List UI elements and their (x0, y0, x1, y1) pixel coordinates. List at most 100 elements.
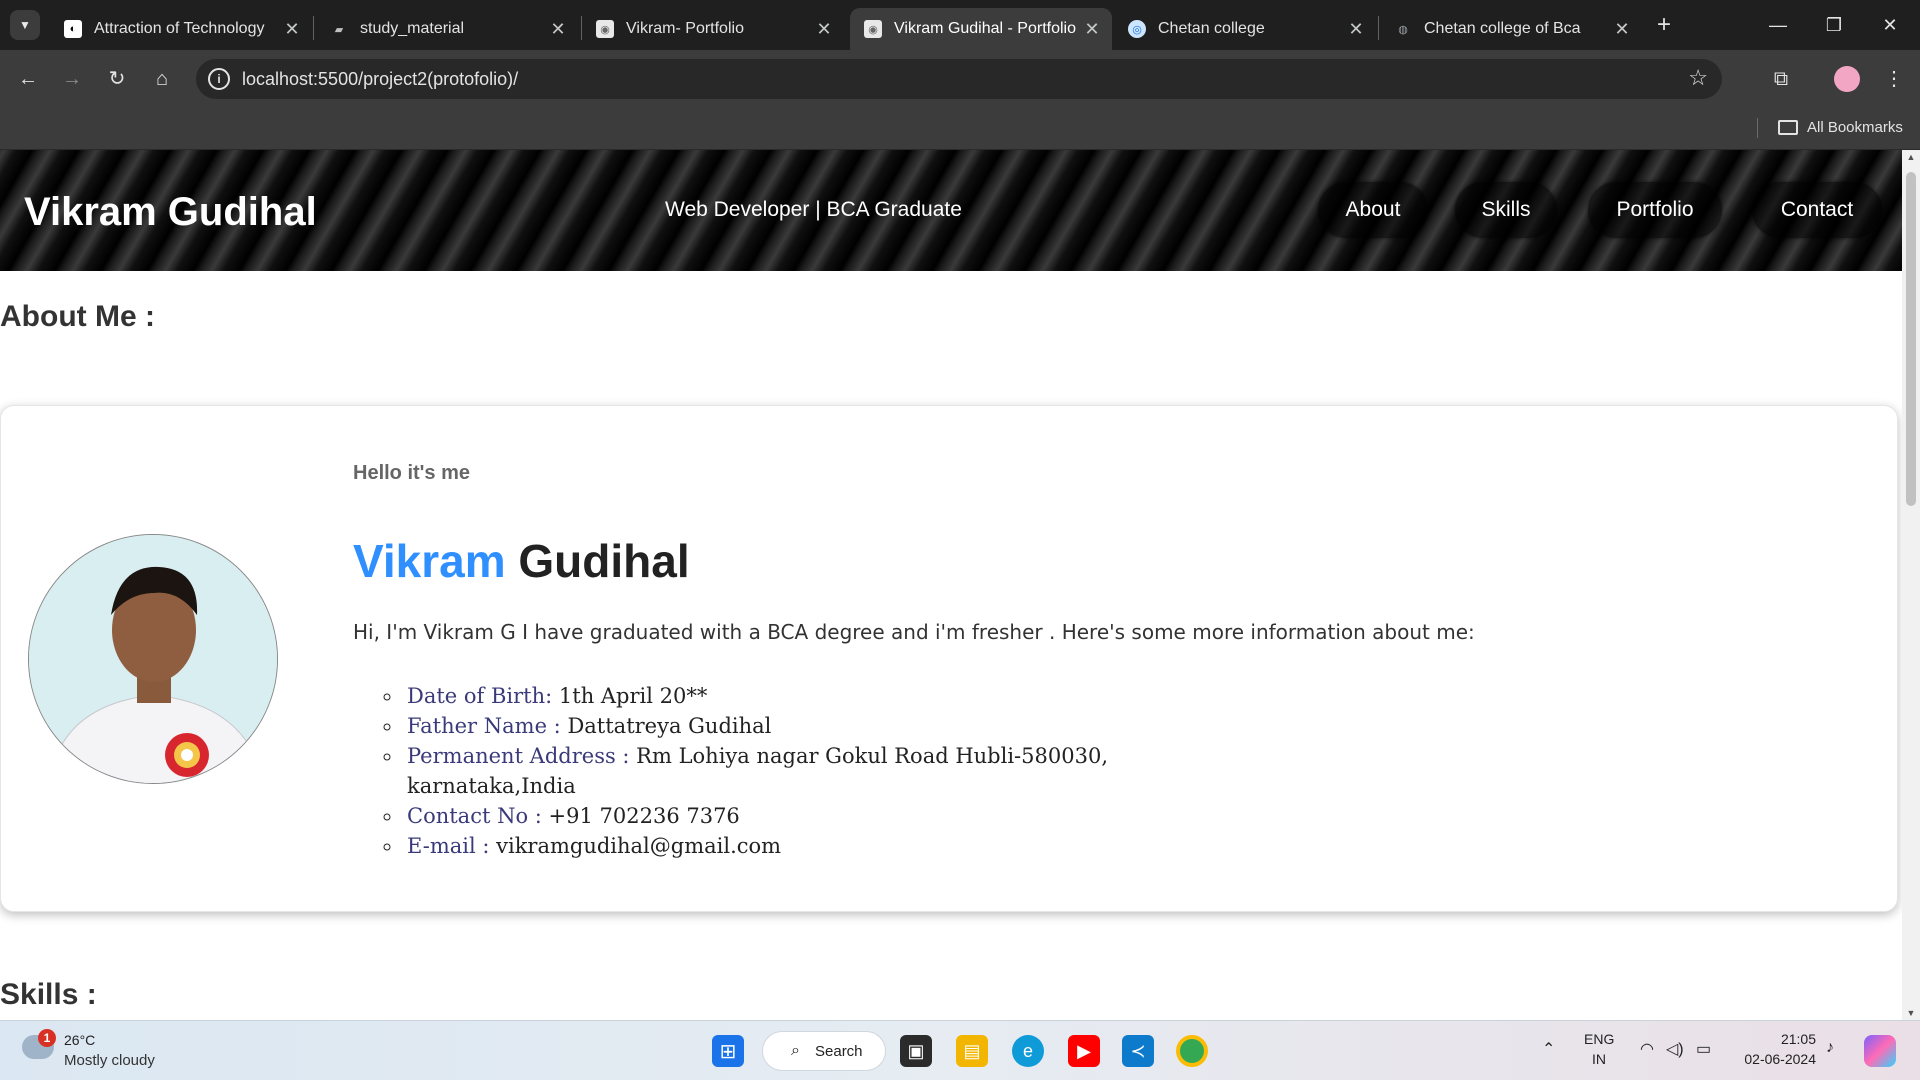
edge-browser-icon[interactable]: e (1012, 1035, 1044, 1067)
clock-time[interactable]: 21:05 (1766, 1031, 1816, 1047)
scroll-up-arrow-icon[interactable]: ▲ (1902, 152, 1920, 162)
tab-close-icon[interactable]: ✕ (548, 19, 568, 40)
notification-bell-icon[interactable]: ♪ (1826, 1039, 1834, 1057)
close-window-icon[interactable]: ✕ (1870, 10, 1910, 40)
region-indicator[interactable]: IN (1592, 1051, 1606, 1067)
list-item: Father Name : Dattatreya Gudihal (403, 711, 1123, 741)
info-label: Father Name : (407, 714, 561, 738)
weather-condition[interactable]: Mostly cloudy (64, 1052, 155, 1069)
copilot-icon[interactable] (1864, 1035, 1896, 1067)
extensions-puzzle-icon[interactable]: ⧉ (1767, 65, 1795, 93)
skills-section-title: Skills : (0, 978, 97, 1011)
bookmarks-separator (1757, 118, 1758, 138)
tab-close-icon[interactable]: ✕ (1346, 19, 1366, 40)
info-label: Contact No : (407, 804, 542, 828)
wifi-icon[interactable]: ◠ (1640, 1039, 1654, 1059)
tab-favicon-icon: ◉ (864, 20, 882, 38)
home-icon[interactable]: ⌂ (148, 65, 176, 93)
weather-temperature[interactable]: 26°C (64, 1032, 95, 1048)
scroll-down-arrow-icon[interactable]: ▼ (1902, 1008, 1920, 1018)
taskbar-search-label: Search (815, 1043, 863, 1060)
task-view-icon[interactable]: ▣ (900, 1035, 932, 1067)
address-bar[interactable]: i localhost:5500/project2(protofolio)/ ☆ (196, 59, 1722, 99)
list-item: E-mail : vikramgudihal@gmail.com (403, 831, 1123, 861)
tab-title: study_material (360, 20, 465, 37)
windows-start-icon[interactable]: ⊞ (712, 1035, 744, 1067)
battery-icon[interactable]: ▭ (1696, 1039, 1711, 1059)
vscode-icon[interactable]: ≺ (1122, 1035, 1154, 1067)
tab-chetan-college-of-bca[interactable]: ◍ Chetan college of Bca ✕ (1380, 8, 1642, 50)
list-item: Permanent Address : Rm Lohiya nagar Goku… (403, 741, 1123, 801)
tab-favicon-icon: ◐ (64, 20, 82, 38)
tab-study-material[interactable]: ▰ study_material ✕ (316, 8, 578, 50)
clock-date[interactable]: 02-06-2024 (1736, 1051, 1816, 1067)
tab-title: Vikram- Portfolio (626, 20, 744, 37)
last-name: Gudihal (518, 535, 690, 587)
list-item: Date of Birth: 1th April 20** (403, 681, 1123, 711)
tab-favicon-icon: ▰ (334, 23, 344, 36)
chrome-icon[interactable] (1176, 1035, 1208, 1067)
minimize-icon[interactable]: — (1758, 10, 1798, 40)
back-arrow-icon[interactable]: ← (14, 65, 42, 93)
tab-attraction-of-technology[interactable]: ◐ Attraction of Technology ✕ (50, 8, 312, 50)
address-url[interactable]: localhost:5500/project2(protofolio)/ (242, 59, 518, 99)
info-value: Dattatreya Gudihal (560, 714, 772, 738)
site-tagline: Web Developer | BCA Graduate (665, 198, 962, 221)
profile-avatar[interactable] (1834, 66, 1860, 92)
tab-favicon-icon: ◎ (1128, 20, 1146, 38)
all-bookmarks-link[interactable]: All Bookmarks (1807, 119, 1903, 136)
scrollbar-thumb[interactable] (1906, 172, 1916, 506)
tab-favicon-icon: ◉ (596, 20, 614, 38)
info-label: Date of Birth: (407, 684, 553, 708)
tab-vikram-portfolio[interactable]: ◉ Vikram- Portfolio ✕ (582, 8, 844, 50)
new-tab-plus-icon[interactable]: + (1650, 12, 1678, 40)
info-value: +91 702236 7376 (541, 804, 740, 828)
info-value: vikramgudihal@gmail.com (489, 834, 782, 858)
tab-chetan-college[interactable]: ◎ Chetan college ✕ (1114, 8, 1376, 50)
tab-vikram-gudihal-portfolio[interactable]: ◉ Vikram Gudihal - Portfolio ✕ (850, 8, 1112, 50)
tab-close-icon[interactable]: ✕ (814, 19, 834, 40)
youtube-icon[interactable]: ▶ (1068, 1035, 1100, 1067)
bookmark-star-icon[interactable]: ☆ (1688, 65, 1708, 91)
restore-icon[interactable]: ❐ (1814, 10, 1854, 40)
menu-kebab-icon[interactable]: ⋮ (1880, 65, 1908, 93)
tab-close-icon[interactable]: ✕ (1612, 19, 1632, 40)
profile-name: Vikram Gudihal (353, 534, 690, 588)
intro-text: Hi, I'm Vikram G I have graduated with a… (353, 620, 1475, 644)
folder-icon[interactable] (1778, 120, 1798, 135)
about-card: Hello it's me Vikram Gudihal Hi, I'm Vik… (0, 405, 1898, 912)
bookmarks-bar: All Bookmarks (0, 108, 1920, 150)
reload-icon[interactable]: ↻ (103, 65, 131, 93)
nav-contact-button[interactable]: Contact (1752, 182, 1882, 238)
tab-separator (313, 16, 314, 40)
info-label: E-mail : (407, 834, 490, 858)
site-info-icon[interactable]: i (208, 68, 230, 90)
volume-icon[interactable]: ◁) (1666, 1039, 1684, 1059)
first-name: Vikram (353, 535, 506, 587)
hello-text: Hello it's me (353, 462, 471, 484)
tab-title: Attraction of Technology (94, 20, 265, 37)
tab-close-icon[interactable]: ✕ (1082, 19, 1102, 40)
page-scrollbar[interactable]: ▲ ▼ (1902, 150, 1920, 1020)
file-explorer-icon[interactable]: ▤ (956, 1035, 988, 1067)
site-header: Vikram Gudihal Web Developer | BCA Gradu… (0, 150, 1902, 271)
windows-taskbar: 1 26°C Mostly cloudy ⊞ ⌕ Search ▣ ▤ e ▶ … (0, 1020, 1920, 1080)
search-icon: ⌕ (791, 1042, 800, 1059)
forward-arrow-icon[interactable]: → (58, 65, 86, 93)
tab-title: Vikram Gudihal - Portfolio (894, 20, 1076, 37)
nav-skills-button[interactable]: Skills (1455, 182, 1557, 238)
tab-title: Chetan college of Bca (1424, 20, 1581, 37)
tab-close-icon[interactable]: ✕ (282, 19, 302, 40)
weather-badge: 1 (38, 1029, 56, 1047)
page-viewport: Vikram Gudihal Web Developer | BCA Gradu… (0, 150, 1902, 1020)
site-brand: Vikram Gudihal (24, 190, 317, 234)
show-hidden-icons-chevron-icon[interactable]: ⌃ (1542, 1039, 1555, 1059)
info-value: 1th April 20** (552, 684, 708, 708)
nav-about-button[interactable]: About (1318, 182, 1428, 238)
about-section-title: About Me : (0, 300, 155, 333)
globe-icon: ◍ (1398, 23, 1408, 36)
tab-search-chevron-icon[interactable]: ▼ (10, 10, 40, 40)
language-indicator[interactable]: ENG (1584, 1031, 1614, 1047)
taskbar-search[interactable]: ⌕ Search (762, 1031, 886, 1071)
nav-portfolio-button[interactable]: Portfolio (1588, 182, 1722, 238)
